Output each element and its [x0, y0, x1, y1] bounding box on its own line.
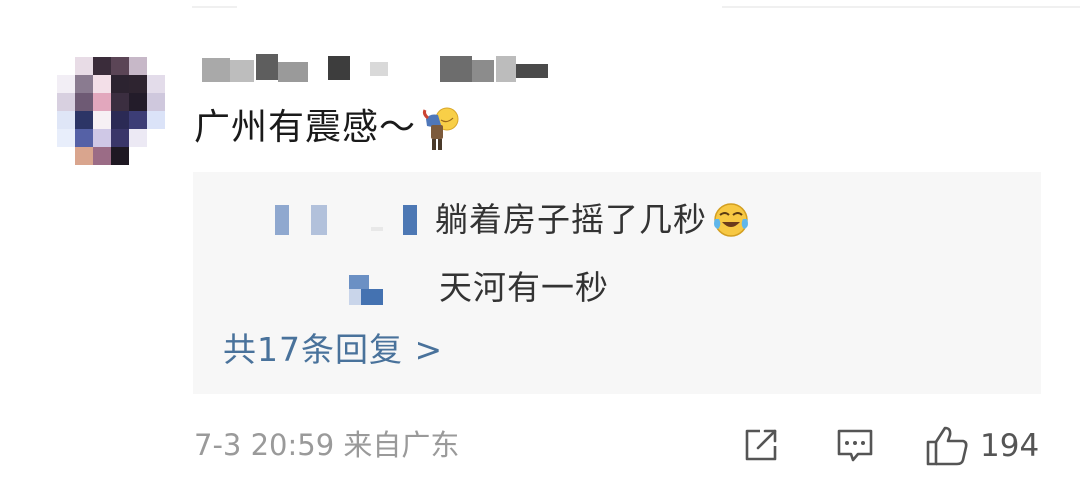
thumbs-up-icon — [926, 426, 968, 466]
comment-button[interactable] — [834, 424, 876, 466]
comment-icon — [837, 429, 873, 462]
like-count: 194 — [980, 428, 1040, 464]
share-icon — [745, 429, 777, 461]
laughing-crying-emoji-icon — [714, 203, 748, 237]
reply-username[interactable] — [345, 271, 439, 305]
share-button[interactable] — [740, 424, 782, 466]
avatar[interactable] — [57, 57, 165, 165]
top-divider — [192, 0, 1080, 10]
timestamp-location: 7-3 20:59 来自广东 — [194, 428, 460, 462]
reply-item[interactable]: 天河有一秒 — [345, 268, 609, 308]
username[interactable] — [200, 50, 560, 84]
view-all-replies-link[interactable]: 共17条回复 > — [223, 330, 443, 370]
reply-username[interactable] — [275, 203, 435, 237]
reply-item[interactable]: 躺着房子摇了几秒 — [275, 200, 751, 240]
like-button[interactable]: 194 — [924, 424, 1039, 468]
comment-text-row: 广州有震感～ — [194, 104, 462, 152]
reply-box[interactable]: 躺着房子摇了几秒 天河有一秒 共17条回复 > — [193, 172, 1041, 394]
reply-text: 天河有一秒 — [439, 268, 609, 307]
reply-text: 躺着房子摇了几秒 — [435, 200, 707, 239]
person-bowing-emoji-icon — [422, 107, 459, 150]
comment-text: 广州有震感～ — [194, 107, 417, 148]
